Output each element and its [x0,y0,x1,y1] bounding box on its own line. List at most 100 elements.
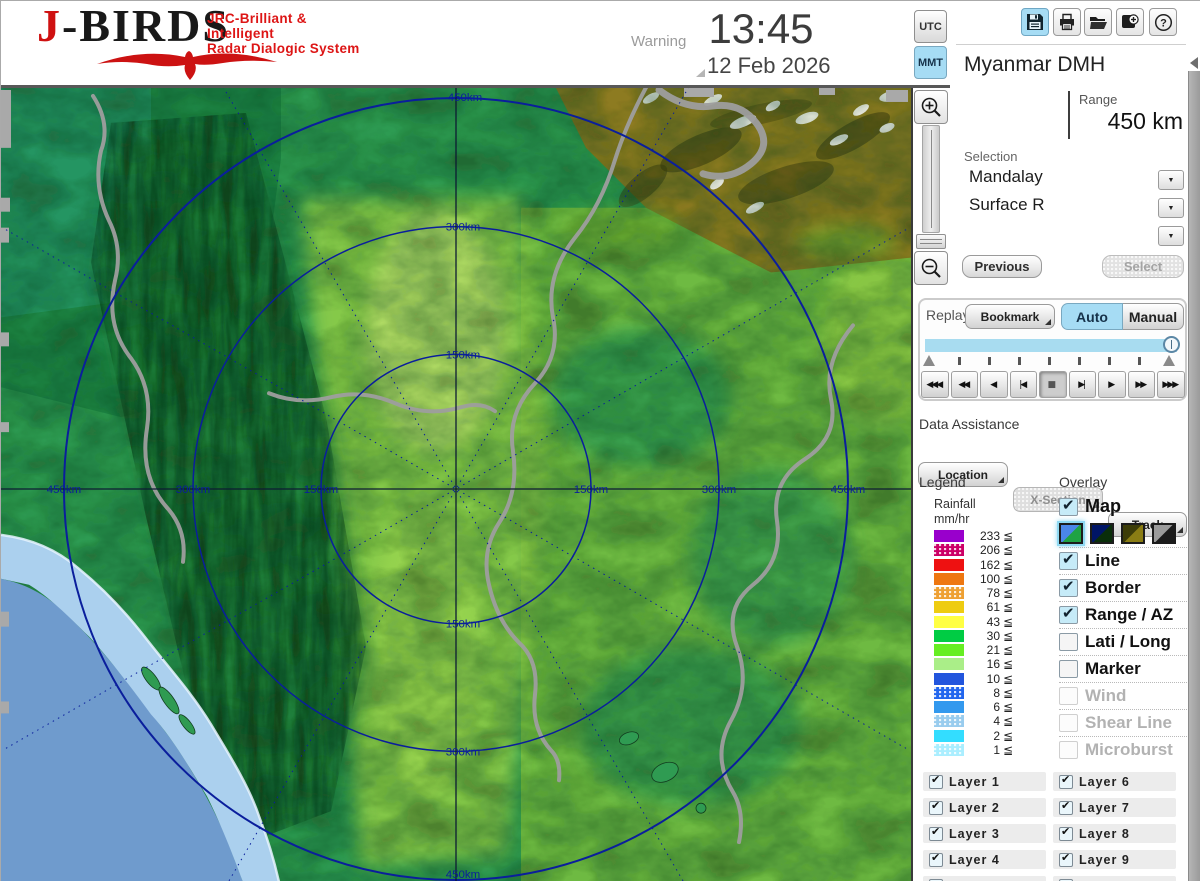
zoom-slider-handle[interactable] [916,234,946,249]
legend-color-swatch [934,701,964,714]
ring-label-150-right: 150km [574,484,608,496]
save-icon [1027,14,1043,30]
layer-label: Layer 9 [1079,852,1130,867]
skip-start-button[interactable]: |◀ [1009,371,1037,398]
rewind-button[interactable]: ◀◀ [950,371,978,398]
help-button[interactable]: ? [1149,8,1177,36]
checkbox-icon[interactable] [1059,577,1078,597]
checkbox-icon[interactable] [1059,604,1078,624]
selection-value-site: Mandalay [969,167,1043,186]
map-style-swatch-1[interactable] [1057,521,1085,546]
legend-value: 16 [986,657,1000,672]
print-button[interactable] [1053,8,1081,36]
zoom-in-button[interactable] [914,90,948,124]
mmt-button[interactable]: MMT [914,46,947,79]
layer-row-partial[interactable] [1053,876,1176,881]
capture-add-button[interactable] [1116,8,1144,36]
data-assistance-label: Data Assistance [919,416,1020,432]
bookmark-button[interactable]: Bookmark [965,304,1055,329]
layer-row-partial[interactable] [923,876,1046,881]
overlay-item-microburst: Microburst [1059,736,1187,763]
site-dropdown-button[interactable]: ▼ [1158,170,1184,190]
checkbox-icon[interactable] [1059,851,1073,867]
open-file-button[interactable] [1084,8,1112,36]
logo-initial: J [37,0,62,51]
map-style-swatch-2[interactable] [1090,523,1114,544]
replay-timeline-track[interactable] [925,339,1177,352]
sidebar-collapse-icon[interactable] [1190,57,1198,69]
overlay-item-range-az[interactable]: Range / AZ [1059,601,1187,628]
overlay-item-label: Lati / Long [1085,632,1171,651]
overlay-item-map[interactable]: Map [1059,493,1187,520]
checkbox-icon[interactable] [929,825,943,841]
utc-button[interactable]: UTC [914,10,947,43]
checkbox-icon[interactable] [1059,496,1078,516]
chevron-down-icon: ▼ [1167,176,1175,184]
checkbox-icon[interactable] [929,773,943,789]
overlay-item-marker[interactable]: Marker [1059,655,1187,682]
checkbox-icon[interactable] [1059,633,1078,651]
layer-7-toggle[interactable]: Layer 7 [1053,798,1176,817]
selection-label: Selection [964,149,1018,164]
play-button[interactable]: ▶ [1098,371,1126,398]
zoom-slider-track[interactable] [922,125,940,233]
legend-row: 1 ≦ [934,743,1044,757]
chevron-down-icon: ▼ [1167,232,1175,240]
replay-timeline-thumb[interactable] [1163,336,1180,353]
ring-label-450-right: 450km [831,484,865,496]
layer-3-toggle[interactable]: Layer 3 [923,824,1046,843]
previous-button[interactable]: Previous [962,255,1042,278]
layer-2-toggle[interactable]: Layer 2 [923,798,1046,817]
legend-value: 43 [986,614,1000,629]
save-button[interactable] [1021,8,1049,36]
legend-color-swatch [934,729,964,742]
overlay-item-border[interactable]: Border [1059,574,1187,601]
fast-forward-button[interactable]: ▶▶ [1127,371,1155,398]
checkbox-icon[interactable] [929,851,943,867]
step-back-button[interactable]: ◀ [980,371,1008,398]
overlay-item-label: Wind [1085,686,1127,705]
zoom-out-button[interactable] [914,251,948,285]
legend-color-swatch [934,615,964,628]
overlay-item-line[interactable]: Line [1059,547,1187,574]
checkbox-icon[interactable] [1059,660,1078,678]
layer-8-toggle[interactable]: Layer 8 [1053,824,1176,843]
select-button[interactable]: Select [1102,255,1184,278]
checkbox-icon[interactable] [1059,773,1073,789]
legend-color-swatch [934,672,964,685]
legend-value: 100 [979,571,1000,586]
layer-1-toggle[interactable]: Layer 1 [923,772,1046,791]
legend-row: 100 ≦ [934,572,1044,586]
extra-dropdown-button[interactable]: ▼ [1158,226,1184,246]
date-dropdown-triangle-icon[interactable] [696,69,705,77]
skip-end-button[interactable]: ▶| [1068,371,1096,398]
stop-button[interactable]: ■ [1039,371,1067,398]
layer-9-toggle[interactable]: Layer 9 [1053,850,1176,869]
lte-symbol: ≦ [1003,557,1014,572]
map-style-swatch-3[interactable] [1121,523,1145,544]
map-style-swatch-4[interactable] [1152,523,1176,544]
layer-4-toggle[interactable]: Layer 4 [923,850,1046,869]
jbirds-radar-app: J-BIRDS JRC-Brilliant & Intelligent Rada… [0,0,1200,881]
checkbox-icon[interactable] [929,799,943,815]
overlay-item-lati-long[interactable]: Lati / Long [1059,628,1187,655]
radar-map-display[interactable]: 450km 300km 150km 150km 300km 450km 450k… [1,88,913,881]
manual-mode-button[interactable]: Manual [1123,303,1184,330]
fastest-forward-button[interactable]: ▶▶▶ [1157,371,1185,398]
clock-time: 13:45 [708,5,814,52]
lte-symbol: ≦ [1003,571,1014,586]
auto-mode-button[interactable]: Auto [1061,303,1123,330]
product-dropdown-button[interactable]: ▼ [1158,198,1184,218]
checkbox-icon[interactable] [1059,799,1073,815]
legend-quantity: Rainfall [934,497,976,511]
timeline-start-marker [923,355,935,366]
lte-symbol: ≦ [1003,529,1014,544]
checkbox-icon[interactable] [1059,825,1073,841]
ring-label-300-left: 300km [176,484,210,496]
sidebar-edge-rail[interactable] [1188,71,1200,881]
checkbox-icon[interactable] [1059,550,1078,570]
fast-rewind-button[interactable]: ◀◀◀ [921,371,949,398]
layer-6-toggle[interactable]: Layer 6 [1053,772,1176,791]
range-label: Range [1079,92,1118,107]
lte-symbol: ≦ [1003,600,1014,615]
